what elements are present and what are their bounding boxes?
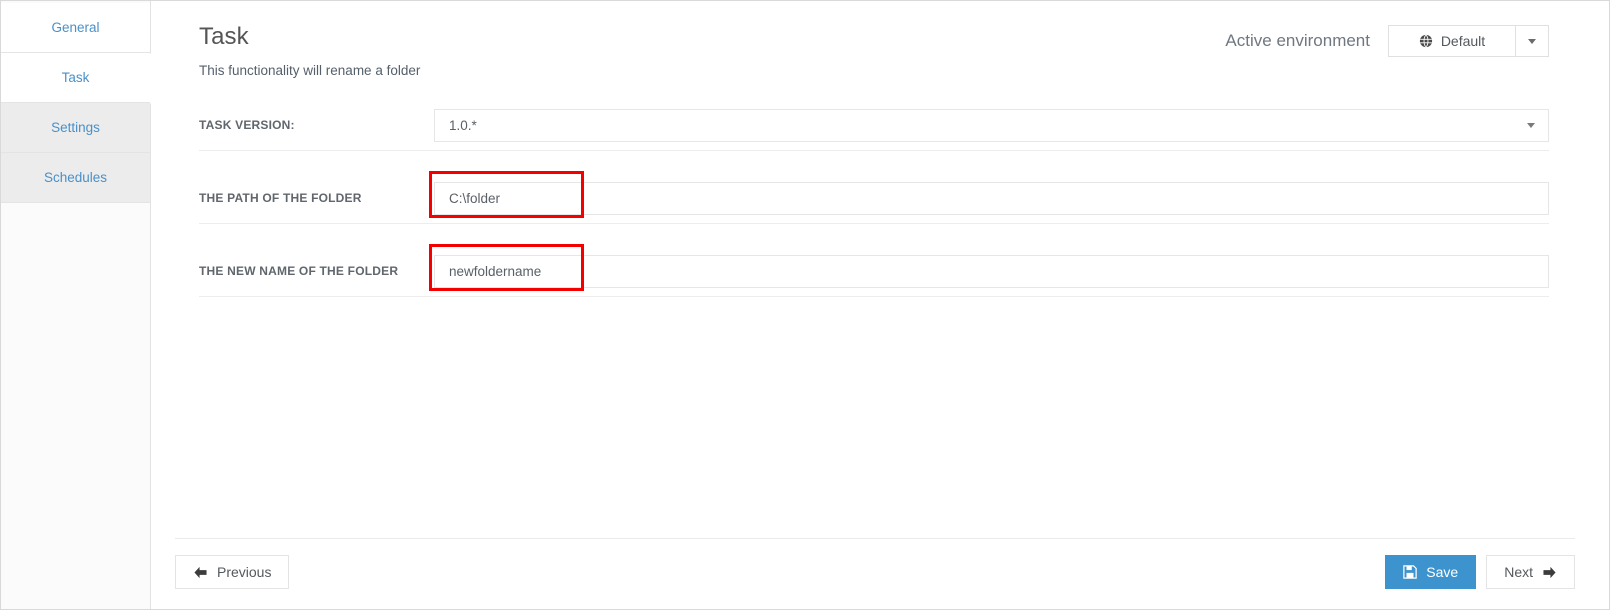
sidebar-item-schedules[interactable]: Schedules	[1, 153, 150, 203]
form-row-new-folder-name: THE NEW NAME OF THE FOLDER	[199, 243, 1549, 297]
sidebar-item-task[interactable]: Task	[1, 53, 175, 104]
sidebar-item-label: Schedules	[43, 170, 108, 185]
environment-button-group: Default	[1388, 25, 1549, 57]
environment-default-button[interactable]: Default	[1388, 25, 1515, 57]
active-environment-label: Active environment	[1225, 31, 1370, 50]
sidebar-item-label: Settings	[51, 120, 100, 135]
active-environment-selector: Active environment Default	[1225, 19, 1549, 57]
folder-path-field-wrap	[429, 170, 1549, 218]
form-spacer	[199, 224, 1549, 246]
floppy-disk-icon	[1403, 565, 1418, 579]
main-panel: Task This functionality will rename a fo…	[151, 1, 1609, 609]
folder-path-input[interactable]	[434, 181, 1549, 215]
previous-button-label: Previous	[217, 564, 272, 580]
form-row-folder-path: THE PATH OF THE FOLDER	[199, 170, 1549, 224]
page-subtitle: This functionality will rename a folder	[199, 63, 421, 78]
caret-down-icon	[1528, 38, 1536, 44]
task-form: TASK VERSION: 1.0.* THE PATH OF THE FOLD…	[199, 100, 1549, 297]
footer-right-actions: Save Next	[1385, 555, 1575, 589]
arrow-right-icon	[1542, 566, 1557, 579]
previous-button[interactable]: Previous	[175, 555, 290, 589]
form-row-task-version: TASK VERSION: 1.0.*	[199, 100, 1549, 151]
form-spacer	[199, 151, 1549, 173]
sidebar-nav: General Task Settings Schedules	[1, 1, 175, 609]
next-button[interactable]: Next	[1486, 555, 1575, 589]
sidebar-item-general[interactable]: General	[1, 3, 150, 53]
task-version-value: 1.0.*	[449, 117, 477, 133]
sidebar-item-label: Task	[61, 70, 90, 85]
task-version-field-wrap: 1.0.*	[434, 108, 1549, 142]
content-area: Task This functionality will rename a fo…	[151, 1, 1609, 538]
save-button[interactable]: Save	[1385, 555, 1477, 589]
environment-dropdown-button[interactable]	[1515, 25, 1549, 57]
page-title: Task	[199, 23, 249, 50]
new-folder-name-label: THE NEW NAME OF THE FOLDER	[199, 264, 399, 278]
application-window: General Task Settings Schedules Task Thi…	[0, 0, 1610, 610]
sidebar-item-settings[interactable]: Settings	[1, 103, 150, 153]
save-button-label: Save	[1426, 564, 1459, 580]
new-folder-name-input[interactable]	[434, 254, 1549, 288]
task-version-select[interactable]: 1.0.*	[434, 108, 1549, 142]
folder-path-label: THE PATH OF THE FOLDER	[199, 191, 362, 205]
task-version-label: TASK VERSION:	[199, 118, 295, 132]
globe-icon	[1419, 34, 1433, 48]
new-folder-name-field-wrap	[429, 243, 1549, 291]
arrow-left-icon	[193, 566, 208, 579]
sidebar-item-label: General	[51, 20, 100, 35]
next-button-label: Next	[1504, 564, 1533, 580]
environment-default-label: Default	[1440, 33, 1486, 49]
wizard-footer: Previous Save Next	[175, 538, 1575, 609]
page-header-titles: Task This functionality will rename a fo…	[199, 19, 420, 78]
page-header: Task This functionality will rename a fo…	[199, 19, 1549, 78]
